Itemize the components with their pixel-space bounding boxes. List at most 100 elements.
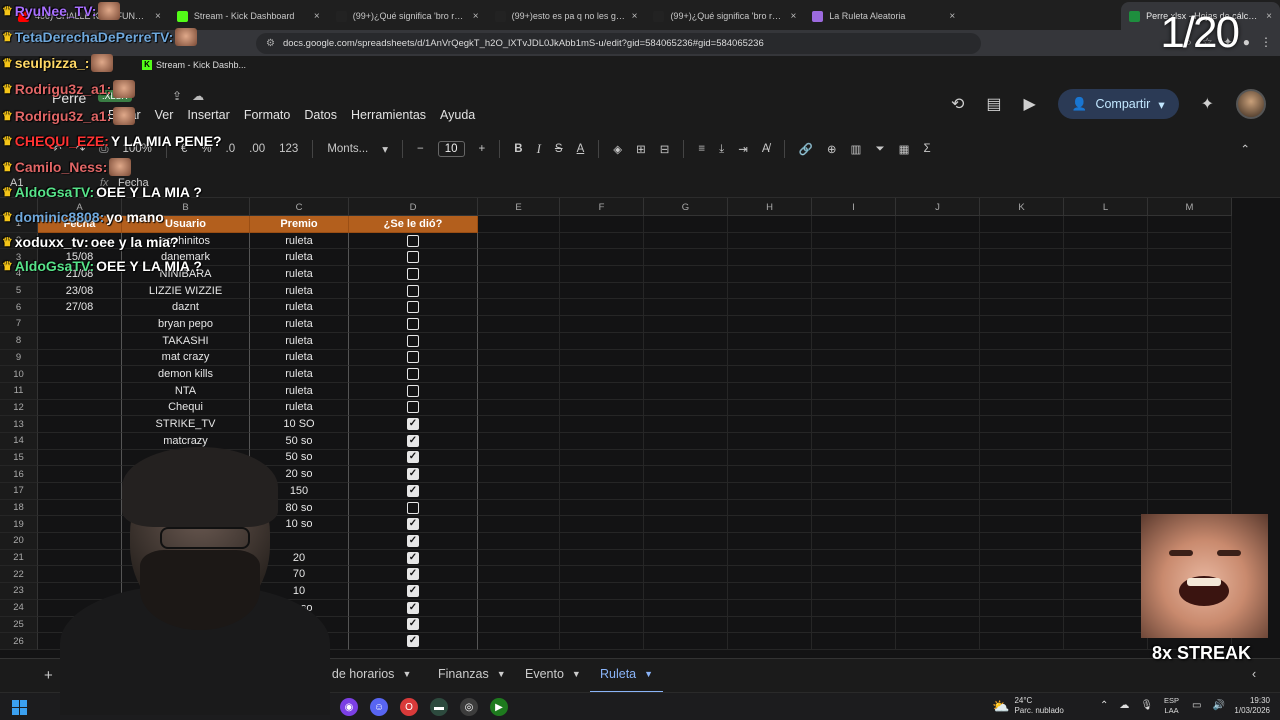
empty-cell[interactable]: [644, 332, 728, 350]
empty-cell[interactable]: [728, 616, 812, 634]
empty-cell[interactable]: [896, 416, 980, 433]
cell-checkbox[interactable]: ✓: [349, 483, 478, 500]
checkbox-checked[interactable]: ✓: [407, 551, 419, 564]
empty-cell[interactable]: [560, 483, 644, 500]
empty-cell[interactable]: [560, 282, 644, 300]
row-number[interactable]: 15: [0, 449, 38, 467]
empty-cell[interactable]: [478, 232, 560, 250]
checkbox-checked[interactable]: ✓: [407, 635, 419, 648]
cloud-tray-icon[interactable]: ☁: [1119, 700, 1129, 711]
empty-cell[interactable]: [644, 382, 728, 400]
empty-cell[interactable]: [644, 432, 728, 450]
empty-cell[interactable]: [896, 483, 980, 500]
browser-tab[interactable]: La Ruleta Aleatoria ×: [804, 2, 963, 30]
empty-cell[interactable]: [1064, 616, 1148, 634]
empty-cell[interactable]: [980, 483, 1064, 500]
empty-cell[interactable]: [980, 316, 1064, 333]
empty-cell[interactable]: [1148, 299, 1232, 317]
empty-cell[interactable]: [728, 232, 812, 250]
close-icon[interactable]: ×: [632, 11, 638, 22]
empty-cell[interactable]: [1148, 232, 1232, 250]
scroll-left-icon[interactable]: ‹: [1252, 667, 1256, 681]
column-header-c[interactable]: C: [250, 198, 349, 216]
filter-icon[interactable]: ⏷: [875, 143, 884, 156]
empty-cell[interactable]: [478, 616, 560, 634]
decrease-decimals-button[interactable]: .0: [226, 143, 236, 155]
cell-checkbox[interactable]: ✓: [349, 432, 478, 450]
empty-cell[interactable]: [1064, 583, 1148, 600]
empty-cell[interactable]: [728, 249, 812, 267]
empty-cell[interactable]: [644, 299, 728, 317]
sheet-tab[interactable]: a. de horarios ▼: [318, 667, 411, 681]
empty-cell[interactable]: [1148, 266, 1232, 283]
cell-fecha[interactable]: [38, 432, 122, 450]
column-header-k[interactable]: K: [980, 198, 1064, 216]
row-number[interactable]: 9: [0, 349, 38, 367]
header-cell[interactable]: ¿Se le dió?: [349, 216, 478, 233]
empty-cell[interactable]: [644, 533, 728, 550]
cell-checkbox[interactable]: ✓: [349, 516, 478, 534]
cell-fecha[interactable]: 27/08: [38, 299, 122, 317]
empty-cell[interactable]: [896, 432, 980, 450]
empty-cell[interactable]: [980, 299, 1064, 317]
empty-cell[interactable]: [560, 549, 644, 567]
empty-cell[interactable]: [980, 249, 1064, 267]
empty-cell[interactable]: [560, 432, 644, 450]
empty-cell[interactable]: [896, 382, 980, 400]
empty-cell[interactable]: [478, 583, 560, 600]
empty-cell[interactable]: [812, 449, 896, 467]
empty-cell[interactable]: [896, 566, 980, 584]
url-field[interactable]: ⚙ docs.google.com/spreadsheets/d/1AnVrQe…: [256, 33, 981, 54]
empty-cell[interactable]: [980, 266, 1064, 283]
empty-cell[interactable]: [644, 466, 728, 483]
cell-usuario[interactable]: Chequi: [122, 399, 250, 417]
empty-cell[interactable]: [644, 583, 728, 600]
checkbox-unchecked[interactable]: [407, 368, 419, 381]
empty-cell[interactable]: [1148, 432, 1232, 450]
empty-cell[interactable]: [478, 349, 560, 367]
empty-cell[interactable]: [980, 599, 1064, 617]
checkbox-unchecked[interactable]: [407, 501, 419, 514]
cell-premio[interactable]: ruleta: [250, 316, 349, 333]
bold-icon[interactable]: B: [514, 143, 522, 155]
empty-cell[interactable]: [812, 633, 896, 650]
empty-cell[interactable]: [1064, 282, 1148, 300]
checkbox-unchecked[interactable]: [407, 401, 419, 414]
browser-tab[interactable]: Stream - Kick Dashboard ×: [169, 2, 328, 30]
empty-cell[interactable]: [1064, 332, 1148, 350]
text-color-icon[interactable]: A: [577, 143, 585, 155]
language-indicator[interactable]: ESP LAA: [1164, 696, 1179, 716]
empty-cell[interactable]: [812, 266, 896, 283]
move-icon[interactable]: ⇪: [172, 89, 182, 103]
checkbox-unchecked[interactable]: [407, 284, 419, 297]
sheet-tab[interactable]: Evento ▼: [525, 667, 581, 681]
meet-icon[interactable]: ▶: [1024, 94, 1036, 114]
empty-cell[interactable]: [478, 549, 560, 567]
empty-cell[interactable]: [478, 332, 560, 350]
row-number[interactable]: 10: [0, 366, 38, 383]
empty-cell[interactable]: [644, 516, 728, 534]
empty-cell[interactable]: [560, 216, 644, 233]
text-wrap-icon[interactable]: ⇥: [738, 142, 748, 156]
kick-app-icon[interactable]: ▶: [490, 698, 508, 716]
cell-fecha[interactable]: [38, 416, 122, 433]
cell-premio[interactable]: 50 so: [250, 432, 349, 450]
empty-cell[interactable]: [1148, 366, 1232, 383]
empty-cell[interactable]: [560, 366, 644, 383]
empty-cell[interactable]: [728, 583, 812, 600]
empty-cell[interactable]: [1064, 349, 1148, 367]
empty-cell[interactable]: [980, 232, 1064, 250]
discord-icon[interactable]: ☺: [370, 698, 388, 716]
empty-cell[interactable]: [560, 516, 644, 534]
checkbox-checked[interactable]: ✓: [407, 518, 419, 531]
empty-cell[interactable]: [560, 399, 644, 417]
empty-cell[interactable]: [980, 416, 1064, 433]
cell-checkbox[interactable]: [349, 349, 478, 367]
empty-cell[interactable]: [1064, 466, 1148, 483]
cell-checkbox[interactable]: ✓: [349, 449, 478, 467]
cell-checkbox[interactable]: ✓: [349, 533, 478, 550]
row-number[interactable]: 16: [0, 466, 38, 483]
number-format-button[interactable]: 123: [279, 143, 298, 155]
empty-cell[interactable]: [1064, 449, 1148, 467]
empty-cell[interactable]: [478, 216, 560, 233]
